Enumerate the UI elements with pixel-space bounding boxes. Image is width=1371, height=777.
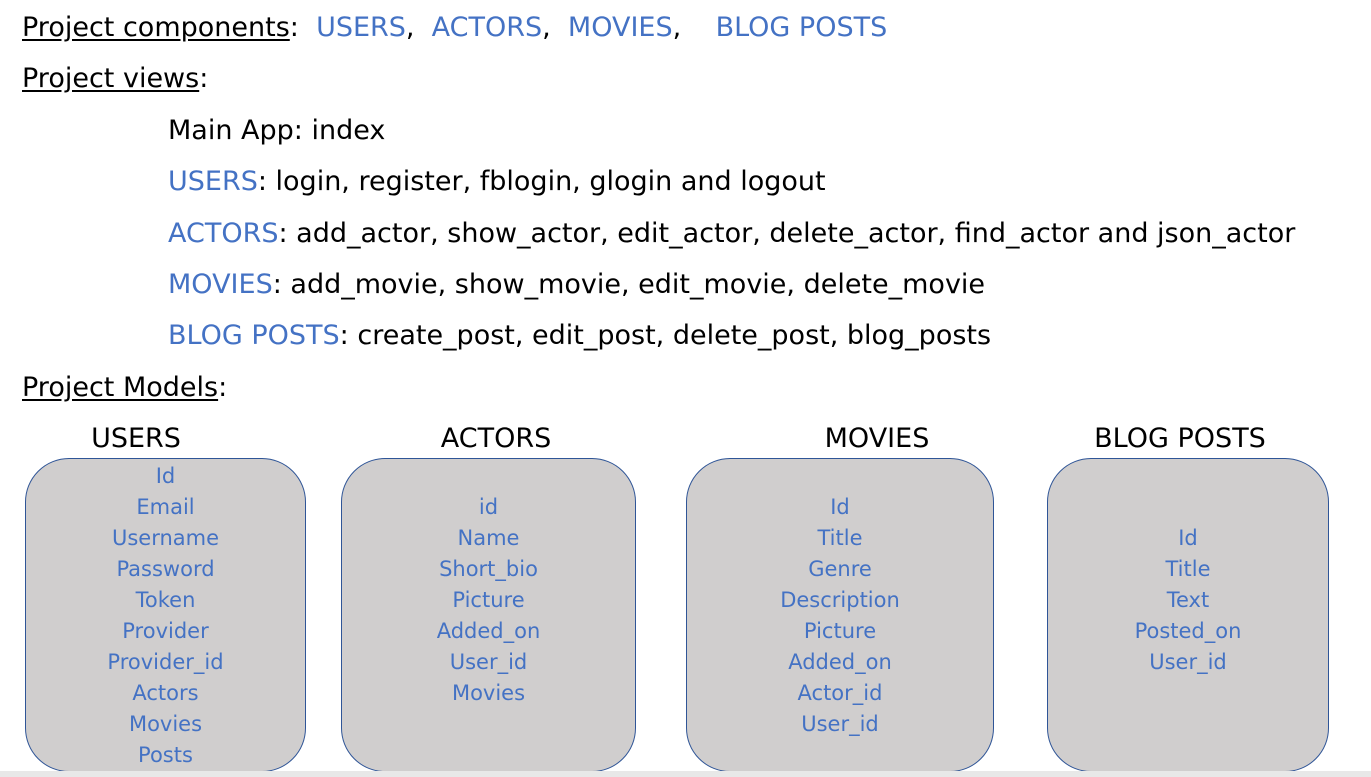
models-label: Project Models (22, 372, 219, 403)
field-item: Actors (132, 681, 199, 705)
model-card-movies: Id Title Genre Description Picture Added… (686, 458, 994, 772)
field-item: Movies (128, 712, 203, 736)
component-blog-posts: BLOG POSTS (715, 12, 888, 43)
models-heading: Project Models: (22, 371, 227, 405)
field-item: Email (136, 495, 195, 519)
view-actors: ACTORS: add_actor, show_actor, edit_acto… (168, 217, 1295, 251)
views-heading: Project views: (22, 62, 208, 96)
view-actors-name: ACTORS (168, 218, 279, 249)
component-users: USERS (316, 12, 406, 43)
field-item: Genre (808, 557, 872, 581)
view-users-name: USERS (168, 166, 258, 197)
field-item: Posted_on (1134, 619, 1242, 643)
view-actors-list: : add_actor, show_actor, edit_actor, del… (278, 218, 1296, 249)
field-item: Title (1165, 557, 1211, 581)
view-blog-posts: BLOG POSTS: create_post, edit_post, dele… (168, 319, 991, 353)
field-item: Short_bio (439, 557, 538, 581)
field-item: Password (116, 557, 215, 581)
model-card-blog-posts: Id Title Text Posted_on User_id (1047, 458, 1329, 772)
components-label: Project components (22, 12, 290, 43)
view-movies-list: : add_movie, show_movie, edit_movie, del… (272, 269, 986, 300)
field-item: Provider (122, 619, 209, 643)
field-item: Title (817, 526, 863, 550)
field-item: Id (1178, 526, 1198, 550)
field-item: Posts (138, 743, 193, 767)
model-fields-blog-posts: Id Title Text Posted_on User_id (1048, 523, 1328, 678)
field-item: Movies (451, 681, 526, 705)
field-item: Name (457, 526, 520, 550)
field-item: Description (780, 588, 900, 612)
view-main: Main App: index (168, 115, 386, 146)
views-colon: : (199, 63, 209, 94)
field-item: Provider_id (107, 650, 224, 674)
field-item: Picture (803, 619, 877, 643)
view-blog-posts-name: BLOG POSTS (168, 320, 340, 351)
model-title-actors: ACTORS (440, 423, 552, 454)
component-movies: MOVIES (567, 12, 673, 43)
field-item: Id (155, 464, 176, 488)
field-item: Picture (452, 588, 525, 612)
model-card-actors: id Name Short_bio Picture Added_on User_… (341, 458, 636, 772)
model-title-blog-posts: BLOG POSTS (1094, 423, 1266, 454)
views-label: Project views (22, 63, 200, 94)
view-users-list: : login, register, fblogin, glogin and l… (257, 166, 826, 197)
component-actors: ACTORS (431, 12, 543, 43)
view-movies: MOVIES: add_movie, show_movie, edit_movi… (168, 268, 985, 302)
view-users: USERS: login, register, fblogin, glogin … (168, 165, 826, 199)
field-item: Actor_id (797, 681, 883, 705)
components-colon: : (289, 12, 299, 43)
components-line: Project components: USERS, ACTORS, MOVIE… (22, 12, 888, 43)
field-item: Added_on (436, 619, 541, 643)
bottom-divider (0, 771, 1371, 777)
field-item: id (478, 495, 499, 519)
view-blog-posts-list: : create_post, edit_post, delete_post, b… (339, 320, 992, 351)
field-item: Text (1166, 588, 1210, 612)
model-title-movies: MOVIES (824, 423, 930, 454)
models-colon: : (218, 372, 228, 403)
field-item: Token (135, 588, 196, 612)
model-fields-movies: Id Title Genre Description Picture Added… (687, 492, 993, 740)
field-item: User_id (801, 712, 879, 736)
field-item: User_id (1149, 650, 1227, 674)
model-card-users: Id Email Username Password Token Provide… (25, 458, 306, 772)
model-fields-actors: id Name Short_bio Picture Added_on User_… (342, 492, 635, 709)
field-item: Id (830, 495, 850, 519)
model-fields-users: Id Email Username Password Token Provide… (26, 461, 305, 771)
field-item: Added_on (788, 650, 892, 674)
field-item: User_id (449, 650, 528, 674)
model-title-users: USERS (91, 423, 181, 454)
field-item: Username (111, 526, 220, 550)
view-movies-name: MOVIES (168, 269, 273, 300)
